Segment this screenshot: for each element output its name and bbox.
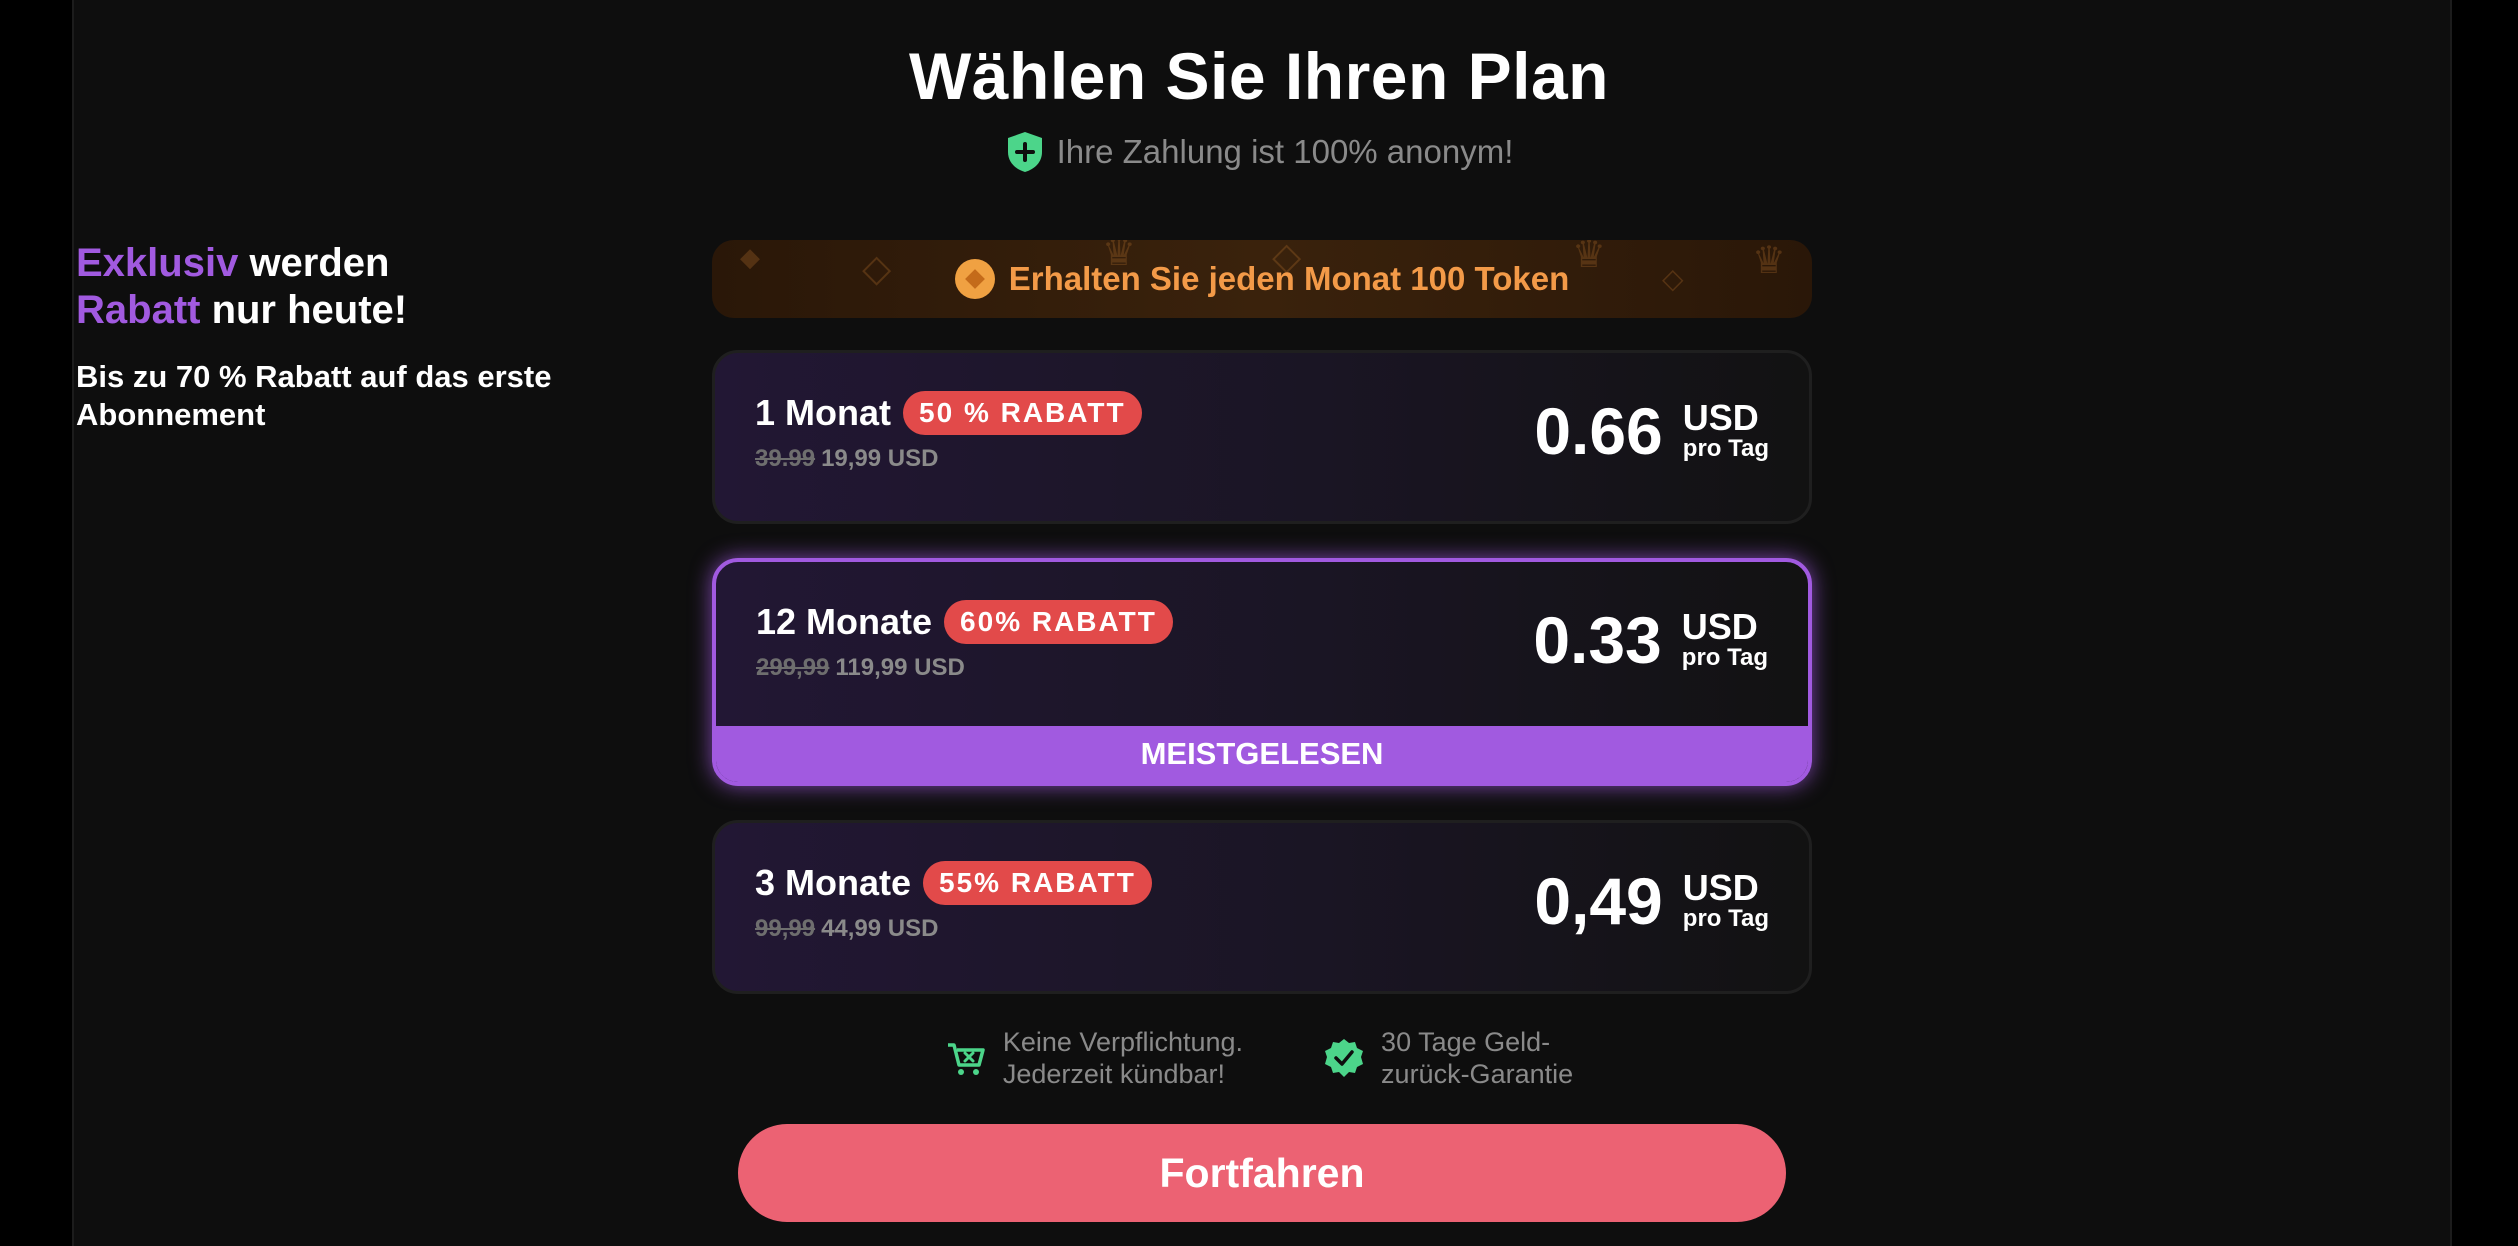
promo-headline: Exklusiv werden Rabatt nur heute! <box>76 240 676 334</box>
shield-plus-icon <box>1007 132 1042 172</box>
daily-price-unit: USD pro Tag <box>1683 870 1769 932</box>
page-title: Wählen Sie Ihren Plan <box>909 39 1609 113</box>
daily-price-value: 0,49 <box>1534 864 1663 938</box>
plan-name: 3 Monate <box>755 862 912 903</box>
promo-highlight-1: Exklusiv <box>76 241 239 285</box>
old-price: 39.99 <box>755 445 816 472</box>
plan-title: 3 Monate 55% RABATT <box>755 861 1152 905</box>
promo-block: Exklusiv werden Rabatt nur heute! Bis zu… <box>76 240 676 434</box>
old-price: 99,99 <box>755 915 816 942</box>
new-price: 44,99 USD <box>821 915 939 942</box>
plan-card-3-months[interactable]: 3 Monate 55% RABATT 99,99 44,99 USD 0,49 … <box>712 820 1812 994</box>
no-commitment-line2: Jederzeit kündbar! <box>1002 1059 1226 1089</box>
crown-deco-icon: ♛ <box>1572 240 1607 276</box>
diamond-deco-icon: ◇ <box>1662 263 1684 294</box>
daily-price: 0.66 USD pro Tag <box>1534 393 1769 469</box>
daily-price: 0.33 USD pro Tag <box>1533 602 1768 678</box>
plan-total-price: 39.99 19,99 USD <box>755 445 938 473</box>
per-day-label: pro Tag <box>1681 644 1768 671</box>
daily-price-value: 0.66 <box>1534 394 1663 468</box>
most-popular-ribbon: MEISTGELESEN <box>716 726 1808 782</box>
plan-total-price: 299,99 119,99 USD <box>756 654 965 682</box>
promo-highlight-2: Rabatt <box>76 288 201 332</box>
token-banner: ◆ ◇ ♛ ◇ ♛ ◇ ♛ Erhalten Sie jeden Monat 1… <box>712 240 1812 318</box>
currency-label: USD <box>1681 606 1758 647</box>
plan-card-1-month[interactable]: 1 Monat 50 % RABATT 39.99 19,99 USD 0.66 … <box>712 350 1812 524</box>
new-price: 119,99 USD <box>835 654 965 681</box>
currency-label: USD <box>1682 397 1759 438</box>
no-commitment-text: Keine Verpflichtung. Jederzeit kündbar! <box>1003 1026 1243 1090</box>
check-badge-icon <box>1325 1039 1364 1077</box>
currency-label: USD <box>1682 867 1759 908</box>
cart-x-icon <box>947 1043 985 1075</box>
diamond-deco-icon: ◇ <box>862 248 892 290</box>
coin-icon <box>954 259 995 299</box>
daily-price-unit: USD pro Tag <box>1683 400 1769 462</box>
plan-total-price: 99,99 44,99 USD <box>755 915 938 943</box>
discount-badge: 55% RABATT <box>923 861 1152 905</box>
money-back-item: 30 Tage Geld- zurück-Garantie <box>1323 1026 1573 1090</box>
crown-deco-icon: ♛ <box>1752 240 1787 282</box>
per-day-label: pro Tag <box>1682 905 1769 932</box>
token-banner-text: Erhalten Sie jeden Monat 100 Token <box>1008 260 1570 297</box>
daily-price-unit: USD pro Tag <box>1682 609 1768 671</box>
guarantees-row: Keine Verpflichtung. Jederzeit kündbar! … <box>0 1026 2518 1090</box>
per-day-label: pro Tag <box>1682 435 1769 462</box>
diamond-deco-icon: ◆ <box>740 242 760 272</box>
plan-name: 12 Monate <box>756 601 933 642</box>
promo-subtext: Bis zu 70 % Rabatt auf das erste Abonnem… <box>76 359 552 432</box>
old-price: 299,99 <box>756 654 830 681</box>
no-commitment-item: Keine Verpflichtung. Jederzeit kündbar! <box>945 1026 1243 1090</box>
new-price: 19,99 USD <box>821 445 939 472</box>
plan-title: 12 Monate 60% RABATT <box>756 600 1173 644</box>
plan-name: 1 Monat <box>755 392 892 433</box>
no-commitment-line1: Keine Verpflichtung. <box>1002 1027 1244 1057</box>
money-back-text: 30 Tage Geld- zurück-Garantie <box>1381 1026 1573 1090</box>
money-back-line1: 30 Tage Geld- <box>1381 1027 1551 1057</box>
continue-button[interactable]: Fortfahren <box>738 1124 1786 1222</box>
promo-text-2: nur heute! <box>200 288 408 332</box>
plan-title: 1 Monat 50 % RABATT <box>755 391 1142 435</box>
discount-badge: 60% RABATT <box>944 600 1173 644</box>
daily-price: 0,49 USD pro Tag <box>1534 863 1769 939</box>
money-back-line2: zurück-Garantie <box>1381 1059 1574 1089</box>
promo-text-1: werden <box>238 241 390 285</box>
discount-badge: 50 % RABATT <box>903 391 1142 435</box>
plan-card-12-months[interactable]: 12 Monate 60% RABATT 299,99 119,99 USD 0.… <box>712 558 1812 786</box>
anonymous-payment-note: Ihre Zahlung ist 100% anonym! <box>0 130 2518 174</box>
daily-price-value: 0.33 <box>1533 603 1662 677</box>
subtitle-text: Ihre Zahlung ist 100% anonym! <box>1056 133 1514 170</box>
